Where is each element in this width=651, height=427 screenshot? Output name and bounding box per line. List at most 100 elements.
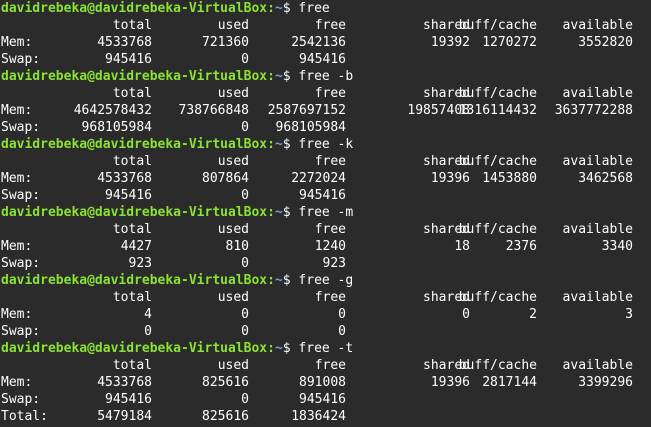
- prompt-separator: :: [267, 1, 275, 16]
- column-header-used: used: [217, 358, 249, 373]
- row-label: Mem:: [1, 307, 33, 322]
- terminal-window[interactable]: davidrebeka@davidrebeka-VirtualBox:~$ fr…: [0, 0, 651, 427]
- command-text: free -t: [298, 341, 354, 356]
- row-label: Total:: [1, 409, 48, 424]
- value-cell: 0: [241, 324, 249, 339]
- value-cell: 4427: [120, 239, 152, 254]
- value-cell: 18: [454, 239, 470, 254]
- value-cell: 4533768: [97, 35, 152, 50]
- command-text: free -k: [298, 137, 354, 152]
- value-cell: 4533768: [97, 375, 152, 390]
- output-row: Total: 5479184 825616 1836424: [0, 408, 651, 425]
- command-text: free -b: [298, 69, 354, 84]
- value-cell: 3637772288: [554, 103, 633, 118]
- column-header-buff-cache: buff/cache: [458, 222, 537, 237]
- value-cell: 825616: [202, 375, 249, 390]
- prompt-line: davidrebeka@davidrebeka-VirtualBox:~$ fr…: [0, 204, 651, 221]
- column-header-total: total: [112, 290, 152, 305]
- value-cell: 0: [462, 307, 470, 322]
- value-cell: 0: [241, 52, 249, 67]
- column-header-total: total: [112, 154, 152, 169]
- column-header-total: total: [112, 86, 152, 101]
- value-cell: 19392: [430, 35, 470, 50]
- value-cell: 968105984: [275, 120, 346, 135]
- prompt-path: ~: [274, 69, 283, 84]
- command-text: free -m: [298, 205, 354, 220]
- value-cell: 2: [529, 307, 537, 322]
- value-cell: 945416: [105, 392, 152, 407]
- command-text: free -g: [298, 273, 354, 288]
- value-cell: 1453880: [482, 171, 537, 186]
- prompt-separator: :: [267, 205, 275, 220]
- row-label: Mem:: [1, 171, 33, 186]
- row-label: Mem:: [1, 375, 33, 390]
- column-header-used: used: [217, 86, 249, 101]
- row-label: Swap:: [1, 188, 41, 203]
- value-cell: 3: [625, 307, 633, 322]
- value-cell: 1240: [314, 239, 346, 254]
- prompt-user-host: davidrebeka@davidrebeka-VirtualBox: [1, 137, 268, 152]
- value-cell: 3462568: [578, 171, 633, 186]
- column-header-total: total: [112, 222, 152, 237]
- column-header-buff-cache: buff/cache: [458, 18, 537, 33]
- value-cell: 1270272: [482, 35, 537, 50]
- value-cell: 4642578432: [73, 103, 152, 118]
- column-header-free: free: [314, 18, 346, 33]
- value-cell: 2542136: [291, 35, 346, 50]
- prompt-user-host: davidrebeka@davidrebeka-VirtualBox: [1, 341, 268, 356]
- value-cell: 4: [144, 307, 152, 322]
- prompt-user-host: davidrebeka@davidrebeka-VirtualBox: [1, 69, 268, 84]
- value-cell: 19396: [430, 171, 470, 186]
- prompt-path: ~: [274, 137, 283, 152]
- prompt-path: ~: [274, 205, 283, 220]
- column-header-used: used: [217, 154, 249, 169]
- value-cell: 19396: [430, 375, 470, 390]
- column-header-buff-cache: buff/cache: [458, 154, 537, 169]
- prompt-separator: :: [267, 341, 275, 356]
- output-header-row: total used free shared buff/cache available: [0, 153, 651, 170]
- output-row: Mem: 4642578432 738766848 2587697152 1985740…: [0, 102, 651, 119]
- value-cell: 0: [241, 256, 249, 271]
- column-header-available: available: [562, 18, 633, 33]
- row-label: Mem:: [1, 239, 33, 254]
- value-cell: 0: [338, 307, 346, 322]
- column-header-buff-cache: buff/cache: [458, 86, 537, 101]
- row-label: Swap:: [1, 256, 41, 271]
- output-row: Swap: 968105984 0 968105984: [0, 119, 651, 136]
- row-label: Mem:: [1, 103, 33, 118]
- prompt-dollar: $: [282, 273, 291, 288]
- output-header-row: total used free shared buff/cache available: [0, 17, 651, 34]
- prompt-path: ~: [274, 273, 283, 288]
- output-header-row: total used free shared buff/cache available: [0, 85, 651, 102]
- output-row: Mem: 4533768 825616 891008 19396 2817144 33992…: [0, 374, 651, 391]
- prompt-dollar: $: [282, 205, 291, 220]
- value-cell: 1316114432: [458, 103, 537, 118]
- command-text: free: [298, 1, 330, 16]
- column-header-free: free: [314, 290, 346, 305]
- prompt-dollar: $: [282, 69, 291, 84]
- column-header-buff-cache: buff/cache: [458, 290, 537, 305]
- value-cell: 0: [241, 120, 249, 135]
- output-row: Mem: 4533768 721360 2542136 19392 1270272 3552…: [0, 34, 651, 51]
- value-cell: 5479184: [97, 409, 152, 424]
- value-cell: 0: [241, 392, 249, 407]
- prompt-dollar: $: [282, 137, 291, 152]
- value-cell: 945416: [299, 52, 346, 67]
- value-cell: 891008: [299, 375, 346, 390]
- row-label: Swap:: [1, 52, 41, 67]
- value-cell: 945416: [105, 188, 152, 203]
- prompt-user-host: davidrebeka@davidrebeka-VirtualBox: [1, 273, 268, 288]
- value-cell: 2272024: [291, 171, 346, 186]
- output-header-row: total used free shared buff/cache available: [0, 289, 651, 306]
- shell-prompt: davidrebeka@davidrebeka-VirtualBox:~$ fr…: [1, 68, 353, 85]
- value-cell: 2817144: [482, 375, 537, 390]
- output-row: Swap: 945416 0 945416: [0, 51, 651, 68]
- column-header-used: used: [217, 18, 249, 33]
- shell-prompt: davidrebeka@davidrebeka-VirtualBox:~$ fr…: [1, 0, 330, 17]
- column-header-total: total: [112, 358, 152, 373]
- prompt-dollar: $: [282, 1, 291, 16]
- value-cell: 0: [241, 307, 249, 322]
- value-cell: 3552820: [578, 35, 633, 50]
- output-row: Swap: 0 0 0: [0, 323, 651, 340]
- prompt-user-host: davidrebeka@davidrebeka-VirtualBox: [1, 205, 268, 220]
